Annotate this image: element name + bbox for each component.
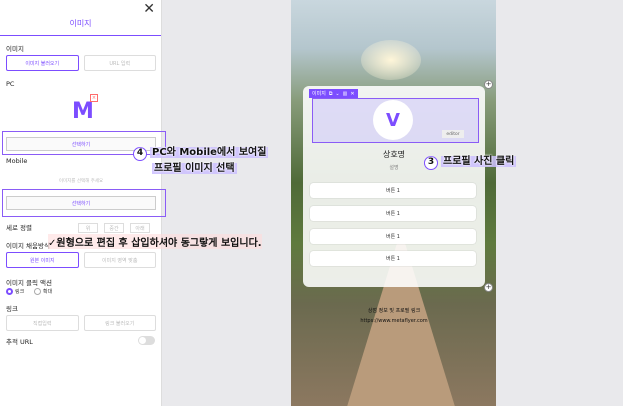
align-bottom-option[interactable]: 아래 — [130, 223, 150, 233]
close-icon[interactable]: ✕ — [143, 2, 155, 16]
radio-checked-icon — [6, 288, 13, 295]
click-action-zoom-radio[interactable]: 확대 — [34, 288, 52, 295]
link-load-button[interactable]: 링크 불러오기 — [83, 315, 156, 331]
mobile-select-highlight — [2, 189, 166, 217]
step3-annotation: 3 프로필 사진 클릭 — [424, 152, 517, 170]
link-direct-input-button[interactable]: 직접입력 — [6, 315, 79, 331]
radio-unchecked-icon — [34, 288, 41, 295]
link-button[interactable]: 버튼 1 — [310, 206, 476, 221]
fill-mode-tabs: 원본 이미지 이미지 영역 맞춤 — [6, 252, 156, 268]
vertical-align-label: 세로 정렬 — [6, 224, 32, 232]
fill-original-option[interactable]: 원본 이미지 — [6, 252, 79, 268]
tracking-url-label: 추적 URL — [6, 338, 33, 346]
link-button[interactable]: 버튼 1 — [310, 251, 476, 266]
image-source-tabs: 이미지 불러오기 URL 입력 — [6, 55, 156, 71]
copy-icon[interactable]: ⧉ — [329, 91, 333, 97]
radio-label: 링크 — [15, 289, 25, 295]
step4-annotation-line2: 프로필 이미지 선택 — [152, 159, 237, 174]
step4-line1: PC와 Mobile에서 보여질 — [150, 147, 269, 158]
mobile-label: Mobile — [6, 157, 28, 165]
panel-title: 이미지 — [69, 19, 92, 28]
panel-header: 이미지 ✕ — [0, 0, 161, 36]
vertical-align-options: 위 중간 아래 — [78, 223, 150, 233]
footer-info: 상점 정보 및 프로필 링크 — [367, 308, 421, 314]
tab-load-image[interactable]: 이미지 불러오기 — [6, 55, 79, 71]
align-top-option[interactable]: 위 — [78, 223, 98, 233]
footer-url[interactable]: https://www.metaflyer.com — [303, 318, 485, 324]
editor-tag[interactable]: editor — [442, 130, 464, 138]
step3-number: 3 — [424, 156, 438, 170]
profile-avatar[interactable]: V — [373, 100, 413, 140]
step4-number: 4 — [133, 147, 147, 161]
pc-label: PC — [6, 80, 15, 88]
click-action-label: 이미지 클릭 액션 — [6, 279, 52, 287]
chevron-down-icon[interactable]: ⌄ — [335, 91, 339, 97]
add-block-top-icon[interactable]: + — [484, 80, 493, 89]
tab-url-input[interactable]: URL 입력 — [83, 55, 156, 71]
step3-text: 프로필 사진 클릭 — [441, 156, 517, 167]
mobile-image-hint: 이미지를 선택해 주세요 — [58, 179, 104, 184]
close-icon[interactable]: ✕ — [350, 91, 354, 97]
fill-mode-label: 이미지 채움방식 — [6, 242, 50, 250]
tracking-url-toggle[interactable] — [138, 336, 155, 345]
sun-glow — [361, 40, 421, 80]
circle-edit-note: ✓원형으로 편집 후 삽입하셔야 동그랗게 보입니다. — [48, 234, 262, 249]
fill-fit-option[interactable]: 이미지 영역 맞춤 — [83, 252, 156, 268]
toolbar-label: 이미지 — [312, 91, 326, 97]
add-block-bottom-icon[interactable]: + — [484, 283, 493, 292]
link-label: 링크 — [6, 305, 18, 313]
radio-label: 확대 — [43, 289, 53, 295]
section-image-label: 이미지 — [6, 45, 24, 53]
step4-line2: 프로필 이미지 선택 — [152, 163, 237, 174]
layout-icon[interactable]: ▥ — [343, 91, 348, 97]
remove-image-icon[interactable]: × — [90, 94, 98, 102]
block-toolbar: 이미지 ⧉ ⌄ ▥ ✕ — [309, 89, 358, 98]
align-middle-option[interactable]: 중간 — [104, 223, 124, 233]
pc-image-preview: M — [72, 99, 94, 124]
link-button[interactable]: 버튼 1 — [310, 183, 476, 198]
link-source-tabs: 직접입력 링크 불러오기 — [6, 315, 156, 331]
click-action-link-radio[interactable]: 링크 — [6, 288, 24, 295]
link-button[interactable]: 버튼 1 — [310, 229, 476, 244]
